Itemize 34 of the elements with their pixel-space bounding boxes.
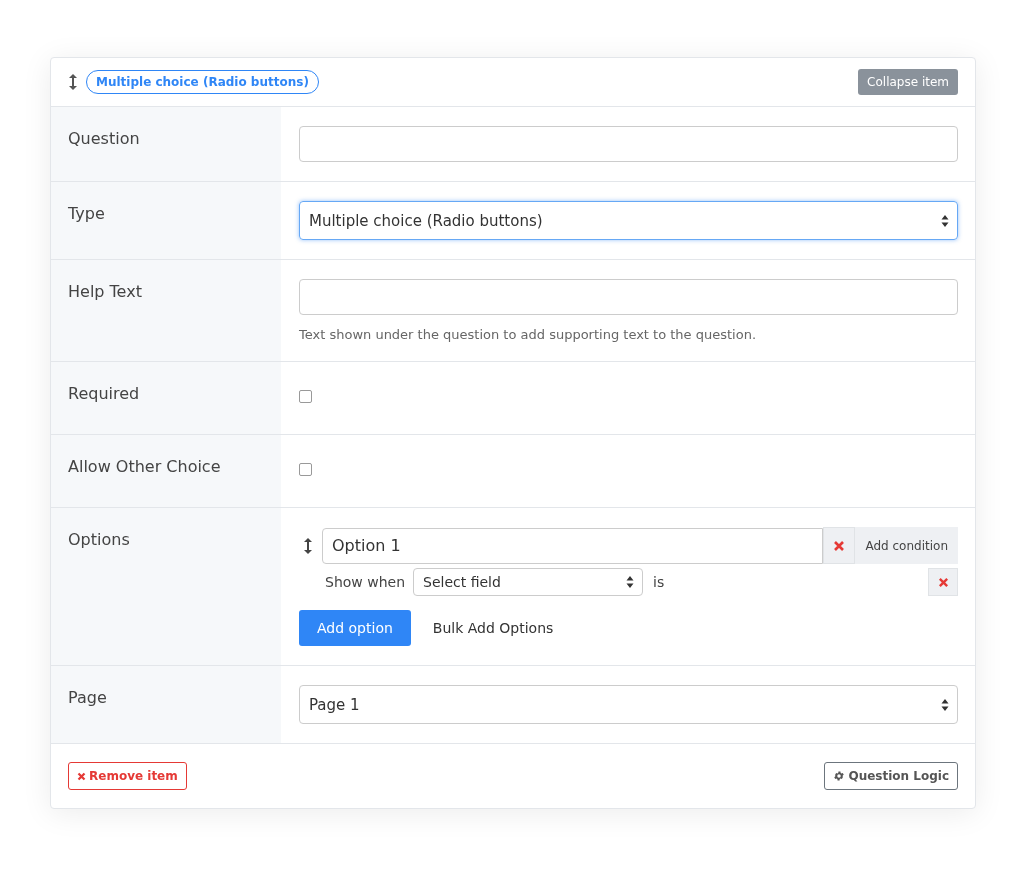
field-select[interactable]: Select field — [413, 568, 644, 596]
field-label: Type — [68, 204, 105, 223]
drag-handle-icon[interactable] — [303, 536, 313, 555]
add-option-button[interactable]: Add option — [299, 610, 411, 646]
checkbox[interactable] — [299, 390, 312, 403]
field-label: Help Text — [68, 282, 142, 301]
bulk-add-options-link[interactable]: Bulk Add Options — [432, 620, 554, 636]
remove-item-button[interactable]: Remove item — [68, 762, 187, 790]
close-icon — [77, 771, 86, 781]
select-arrows-icon — [626, 575, 635, 589]
question-logic-button[interactable]: Question Logic — [824, 762, 958, 790]
field-label: Allow Other Choice — [68, 457, 221, 476]
option-input[interactable]: Option 1 — [322, 527, 824, 564]
delete-option-button[interactable] — [823, 527, 856, 564]
select-arrows-icon — [941, 213, 949, 228]
close-icon — [937, 576, 949, 588]
help-text: Text shown under the question to add supporting text to the question. — [299, 327, 758, 342]
field-label: Page — [68, 688, 107, 707]
select-dropdown[interactable]: Multiple choice (Radio buttons) — [299, 201, 958, 240]
checkbox[interactable] — [299, 463, 312, 476]
field-label: Required — [68, 384, 140, 403]
add-condition-button[interactable]: Add condition — [855, 527, 958, 564]
input-field[interactable] — [299, 126, 958, 162]
drag-handle-icon[interactable] — [68, 73, 78, 91]
show-when-label: Show when — [325, 574, 406, 590]
select-arrows-icon — [941, 697, 949, 712]
gear-icon — [833, 770, 846, 782]
field-label: Options — [68, 530, 130, 549]
remove-condition-button[interactable] — [928, 568, 958, 596]
input-field[interactable] — [299, 279, 958, 315]
field-label: Question — [68, 129, 140, 148]
close-icon — [833, 539, 846, 552]
operator-label: is — [653, 574, 665, 590]
select-dropdown[interactable]: Page 1 — [299, 685, 958, 724]
